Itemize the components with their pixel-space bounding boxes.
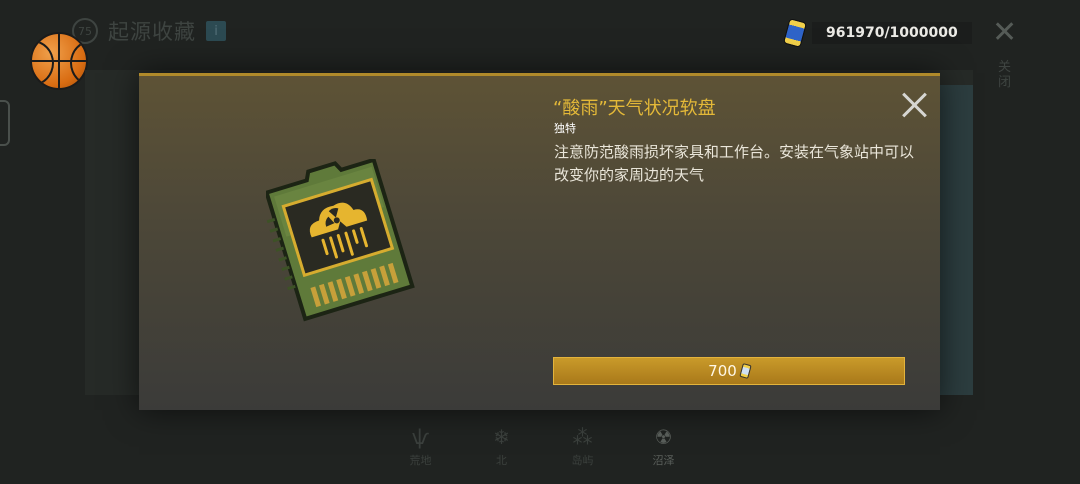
grass-icon: ѱ [411,425,430,449]
item-detail-modal: “酸雨”天气状况软盘 独特 注意防范酸雨损坏家具和工作台。安装在气象站中可以改变… [139,73,940,410]
modal-top-border [139,73,940,76]
basketball-icon[interactable] [30,32,88,90]
info-button[interactable]: i [206,21,226,41]
background-header: 75 起源收藏 i [72,16,226,46]
tab-north[interactable]: ❄ 北 [461,425,542,468]
tab-islands[interactable]: ⁂ 岛屿 [542,425,623,468]
acid-rain-floppy-disk-icon [266,159,415,322]
tab-swamp[interactable]: ☢ 沼泽 [623,425,704,468]
background-side-strip [940,85,973,395]
spores-icon: ⁂ [572,425,593,449]
item-rarity: 独特 [554,122,576,135]
currency-display: 961970/1000000 [782,18,972,48]
currency-value: 961970/1000000 [812,22,972,44]
buy-button[interactable]: 700 [553,357,905,385]
tab-wasteland[interactable]: ѱ 荒地 [380,425,461,468]
item-title: “酸雨”天气状况软盘 [553,98,716,119]
side-drawer-handle[interactable] [0,100,10,146]
energy-can-icon [782,18,808,48]
region-tabs: ѱ 荒地 ❄ 北 ⁂ 岛屿 ☢ 沼泽 [380,425,704,468]
tab-label: 北 [496,454,507,467]
radiation-icon: ☢ [654,425,673,449]
tab-label: 沼泽 [652,454,675,467]
snowflake-icon: ❄ [493,425,510,449]
energy-can-icon [739,363,752,379]
background-close-icon[interactable]: ✕ [992,18,1017,48]
background-close-label: 关闭 [998,60,1012,90]
tab-label: 荒地 [409,454,432,467]
close-icon[interactable] [901,91,929,119]
price-label: 700 [708,362,737,380]
item-description: 注意防范酸雨损坏家具和工作台。安装在气象站中可以改变你的家周边的天气 [554,143,915,184]
tab-label: 岛屿 [571,454,594,467]
collection-title: 起源收藏 [108,20,196,44]
